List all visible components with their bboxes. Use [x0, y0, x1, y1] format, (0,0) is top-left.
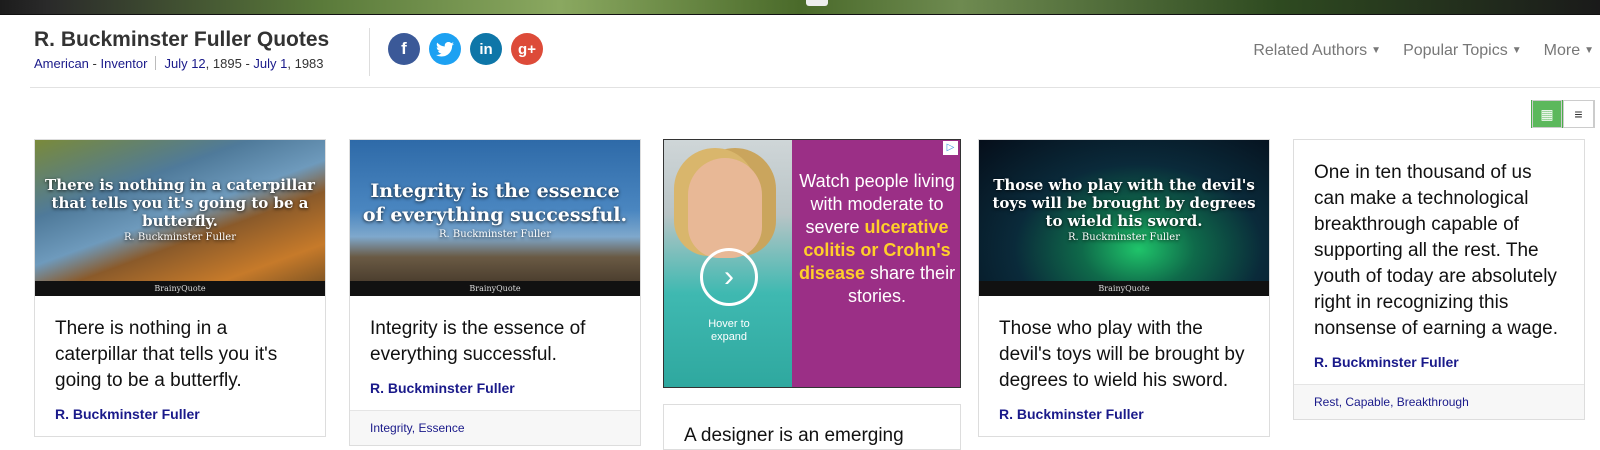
ad-copy: Watch people living with moderate to sev…	[798, 171, 956, 306]
quote-image-text: Integrity is the essence of everything s…	[362, 180, 628, 240]
adchoices-icon[interactable]: ▷	[943, 141, 958, 155]
quote-image-text: Those who play with the devil's toys wil…	[992, 176, 1256, 243]
social-share-bar: f in g+	[388, 33, 543, 65]
quote-author-link[interactable]: R. Buckminster Fuller	[35, 394, 325, 436]
brand-watermark: BrainyQuote	[350, 281, 640, 296]
tag-link[interactable]: Essence	[418, 421, 464, 435]
header-divider	[369, 28, 370, 76]
related-authors-dropdown[interactable]: Related Authors ▼	[1253, 42, 1381, 60]
quote-text[interactable]: A designer is an emerging	[664, 405, 960, 449]
facebook-icon[interactable]: f	[388, 33, 420, 65]
list-view-button[interactable]: ≡	[1563, 100, 1595, 128]
tag-link[interactable]: Capable	[1345, 395, 1390, 409]
quote-tags: Rest, Capable, Breakthrough	[1294, 384, 1584, 419]
twitter-icon[interactable]	[429, 33, 461, 65]
quote-text[interactable]: There is nothing in a caterpillar that t…	[35, 296, 325, 394]
quote-author-link[interactable]: R. Buckminster Fuller	[350, 368, 640, 410]
view-toggle: ▦ ≡	[1531, 100, 1595, 128]
caret-down-icon: ▼	[1584, 45, 1594, 56]
quote-card: There is nothing in a caterpillar that t…	[34, 139, 326, 437]
more-dropdown[interactable]: More ▼	[1544, 42, 1594, 60]
google-plus-icon[interactable]: g+	[511, 33, 543, 65]
brand-watermark: BrainyQuote	[35, 281, 325, 296]
page-title: R. Buckminster Fuller Quotes	[34, 28, 330, 51]
quote-image[interactable]: Those who play with the devil's toys wil…	[979, 140, 1269, 296]
quote-card: A designer is an emerging	[663, 404, 961, 450]
play-icon[interactable]: ›	[700, 248, 758, 306]
grid-icon: ▦	[1532, 100, 1562, 128]
death-date-link[interactable]: July 1	[253, 56, 287, 71]
tag-link[interactable]: Integrity	[370, 421, 412, 435]
list-icon: ≡	[1563, 100, 1594, 128]
quote-card: One in ten thousand of us can make a tec…	[1293, 139, 1585, 420]
quote-image[interactable]: There is nothing in a caterpillar that t…	[35, 140, 325, 296]
author-meta: American - Inventor July 12, 1895 - July …	[34, 56, 324, 71]
meta-divider	[155, 56, 157, 70]
popular-topics-dropdown[interactable]: Popular Topics ▼	[1403, 42, 1522, 60]
quote-image[interactable]: Integrity is the essence of everything s…	[350, 140, 640, 296]
brand-watermark: BrainyQuote	[979, 281, 1269, 296]
profession-link[interactable]: Inventor	[100, 56, 147, 71]
nationality-link[interactable]: American	[34, 56, 89, 71]
top-banner-strip	[0, 0, 1600, 15]
quote-card: Those who play with the devil's toys wil…	[978, 139, 1270, 437]
quote-card: Integrity is the essence of everything s…	[349, 139, 641, 446]
linkedin-icon[interactable]: in	[470, 33, 502, 65]
author-header: R. Buckminster Fuller Quotes American - …	[30, 16, 1600, 88]
quote-text[interactable]: Integrity is the essence of everything s…	[350, 296, 640, 368]
quote-text[interactable]: One in ten thousand of us can make a tec…	[1294, 140, 1584, 342]
header-nav: Related Authors ▼ Popular Topics ▼ More ▼	[1253, 42, 1594, 60]
caret-down-icon: ▼	[1511, 45, 1522, 56]
ad-hover-hint: Hover to expand	[708, 318, 750, 343]
caret-down-icon: ▼	[1371, 45, 1382, 56]
advertisement[interactable]: › Hover to expand Watch people living wi…	[663, 139, 961, 388]
quote-author-link[interactable]: R. Buckminster Fuller	[1294, 342, 1584, 384]
tag-link[interactable]: Rest	[1314, 395, 1339, 409]
tag-link[interactable]: Breakthrough	[1397, 395, 1469, 409]
grid-view-button[interactable]: ▦	[1531, 100, 1563, 128]
quote-text[interactable]: Those who play with the devil's toys wil…	[979, 296, 1269, 394]
birth-date-link[interactable]: July 12	[164, 56, 205, 71]
quote-image-text: There is nothing in a caterpillar that t…	[45, 176, 315, 243]
quote-author-link[interactable]: R. Buckminster Fuller	[979, 394, 1269, 436]
